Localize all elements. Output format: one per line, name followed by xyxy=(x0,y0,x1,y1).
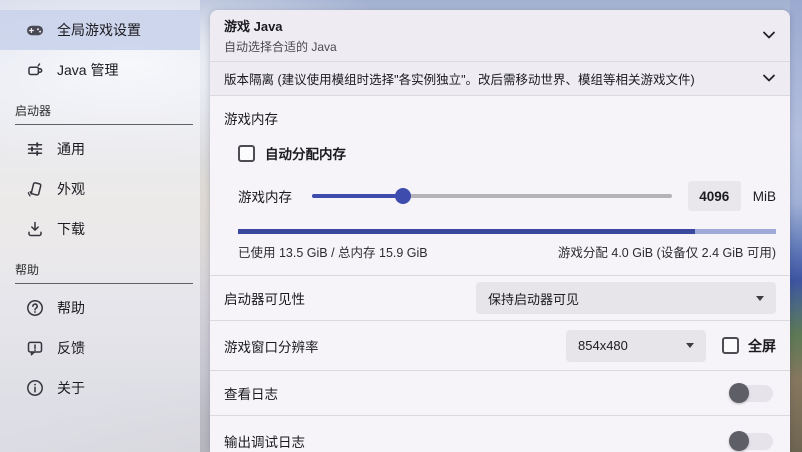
view-log-label: 查看日志 xyxy=(224,383,278,403)
gamepad-icon xyxy=(26,21,44,39)
game-java-text: 游戏 Java 自动选择合适的 Java xyxy=(224,16,337,55)
memory-unit-label: MiB xyxy=(753,189,776,204)
auto-memory-label: 自动分配内存 xyxy=(265,143,346,163)
auto-memory-checkbox[interactable] xyxy=(238,145,255,162)
window-resolution-value: 854x480 xyxy=(578,338,628,353)
launcher-visibility-value: 保持启动器可见 xyxy=(488,289,579,308)
memory-slider[interactable] xyxy=(312,188,672,204)
download-icon xyxy=(26,220,44,238)
game-java-expander[interactable]: 游戏 Java 自动选择合适的 Java xyxy=(210,10,790,62)
window-resolution-row: 游戏窗口分辨率 854x480 全屏 xyxy=(210,321,790,371)
sidebar: 全局游戏设置 Java 管理 启动器 通用 xyxy=(0,0,200,452)
memory-value-field[interactable]: 4096 xyxy=(688,181,741,211)
sidebar-item-label: 通用 xyxy=(57,139,85,159)
memory-usage-captions: 已使用 13.5 GiB / 总内存 15.9 GiB 游戏分配 4.0 GiB… xyxy=(238,242,776,261)
help-circle-icon xyxy=(26,299,44,317)
feedback-bubble-icon xyxy=(26,339,44,357)
memory-used-caption: 已使用 13.5 GiB / 总内存 15.9 GiB xyxy=(238,242,428,261)
sidebar-item-label: Java 管理 xyxy=(57,60,118,80)
debug-log-label: 输出调试日志 xyxy=(224,431,305,451)
sidebar-item-download[interactable]: 下载 xyxy=(0,209,200,249)
memory-slider-label: 游戏内存 xyxy=(238,186,312,206)
sidebar-section-launcher: 启动器 xyxy=(15,102,193,125)
window-resolution-select[interactable]: 854x480 xyxy=(566,330,706,362)
auto-memory-row: 自动分配内存 xyxy=(238,143,776,163)
toggle-knob xyxy=(729,431,749,451)
memory-section-title: 游戏内存 xyxy=(224,108,776,128)
sidebar-item-label: 帮助 xyxy=(57,298,85,318)
version-isolation-expander[interactable]: 版本隔离 (建议使用模组时选择"各实例独立"。改后需移动世界、模组等相关游戏文件… xyxy=(210,62,790,96)
appearance-phone-icon xyxy=(26,180,44,198)
memory-used-fill xyxy=(238,229,695,234)
launcher-visibility-row: 启动器可见性 保持启动器可见 xyxy=(210,276,790,321)
sidebar-item-label: 反馈 xyxy=(57,338,85,358)
sidebar-item-java-management[interactable]: Java 管理 xyxy=(0,50,200,90)
launcher-visibility-select[interactable]: 保持启动器可见 xyxy=(476,282,776,314)
wallpaper-right-strip xyxy=(790,0,802,452)
game-java-title: 游戏 Java xyxy=(224,16,337,35)
dropdown-arrow-icon xyxy=(686,343,694,348)
slider-fill xyxy=(312,194,403,198)
debug-log-row: 输出调试日志 xyxy=(210,416,790,452)
sidebar-item-label: 全局游戏设置 xyxy=(57,20,141,40)
sidebar-item-label: 外观 xyxy=(57,179,85,199)
sidebar-item-label: 下载 xyxy=(57,219,85,239)
launcher-visibility-label: 启动器可见性 xyxy=(224,288,305,308)
tune-icon xyxy=(26,140,44,158)
window-resolution-label: 游戏窗口分辨率 xyxy=(224,336,319,356)
sidebar-item-feedback[interactable]: 反馈 xyxy=(0,328,200,368)
fullscreen-checkbox[interactable] xyxy=(722,337,739,354)
dropdown-arrow-icon xyxy=(756,296,764,301)
launcher-settings-window: 全局游戏设置 Java 管理 启动器 通用 xyxy=(0,0,802,452)
sidebar-item-help[interactable]: 帮助 xyxy=(0,288,200,328)
sidebar-section-help: 帮助 xyxy=(15,261,193,284)
sidebar-item-label: 关于 xyxy=(57,378,85,398)
fullscreen-label: 全屏 xyxy=(748,336,776,356)
view-log-row: 查看日志 xyxy=(210,371,790,416)
debug-log-toggle[interactable] xyxy=(731,433,773,450)
chevron-down-icon xyxy=(762,72,776,86)
sidebar-item-global-game-settings[interactable]: 全局游戏设置 xyxy=(0,10,200,50)
sidebar-item-appearance[interactable]: 外观 xyxy=(0,169,200,209)
settings-panel: 游戏 Java 自动选择合适的 Java 版本隔离 (建议使用模组时选择"各实例… xyxy=(210,10,790,452)
about-info-icon xyxy=(26,379,44,397)
chevron-down-icon xyxy=(762,27,776,45)
memory-slider-row: 游戏内存 4096 MiB xyxy=(238,181,776,211)
game-memory-section: 游戏内存 自动分配内存 游戏内存 4096 MiB 已使用 13.5 GiB xyxy=(210,96,790,276)
java-cup-icon xyxy=(26,61,44,79)
sidebar-item-about[interactable]: 关于 xyxy=(0,368,200,408)
fullscreen-group: 全屏 xyxy=(722,336,776,356)
sidebar-item-general[interactable]: 通用 xyxy=(0,129,200,169)
memory-usage-bar xyxy=(238,229,776,234)
version-isolation-title: 版本隔离 (建议使用模组时选择"各实例独立"。改后需移动世界、模组等相关游戏文件… xyxy=(224,69,695,88)
toggle-knob xyxy=(729,383,749,403)
view-log-toggle[interactable] xyxy=(731,385,773,402)
memory-allocated-caption: 游戏分配 4.0 GiB (设备仅 2.4 GiB 可用) xyxy=(558,242,776,261)
game-java-subtitle: 自动选择合适的 Java xyxy=(224,38,337,55)
slider-thumb[interactable] xyxy=(395,188,411,204)
